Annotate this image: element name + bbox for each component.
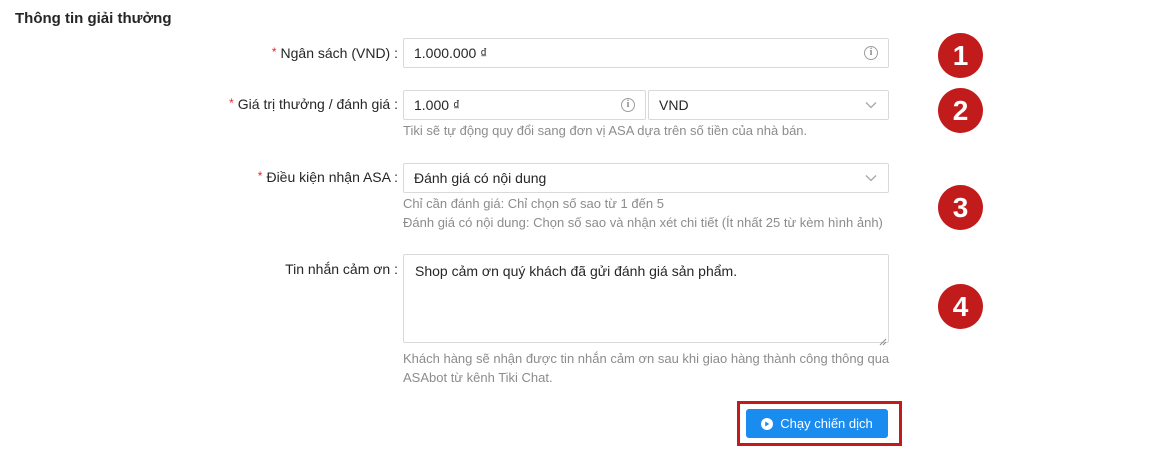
condition-value: Đánh giá có nội dung <box>414 170 547 186</box>
thank-message-textarea[interactable]: Shop cảm ơn quý khách đã gửi đánh giá sả… <box>403 254 889 346</box>
budget-label-text: Ngân sách (VND) : <box>280 45 398 61</box>
chevron-down-icon <box>864 171 878 185</box>
chevron-down-icon <box>864 98 878 112</box>
budget-input[interactable]: 1.000.000 ₫ i <box>403 38 889 68</box>
condition-help-1: Chỉ cần đánh giá: Chỉ chọn số sao từ 1 đ… <box>403 196 664 211</box>
condition-help-2: Đánh giá có nội dung: Chọn số sao và nhậ… <box>403 215 883 230</box>
currency-select[interactable]: VND <box>648 90 889 120</box>
info-icon[interactable]: i <box>621 98 635 112</box>
reward-value-help: Tiki sẽ tự động quy đổi sang đơn vị ASA … <box>403 123 808 138</box>
marker-4: 4 <box>938 284 983 329</box>
reward-value-input[interactable]: 1.000 ₫ i <box>403 90 646 120</box>
resize-handle-icon[interactable] <box>879 333 887 346</box>
condition-label: * Điều kiện nhận ASA : <box>258 169 398 185</box>
required-mark: * <box>229 96 234 110</box>
thank-message-value: Shop cảm ơn quý khách đã gửi đánh giá sả… <box>415 263 738 279</box>
marker-1: 1 <box>938 33 983 78</box>
thank-message-label: Tin nhắn cảm ơn : <box>285 261 398 277</box>
run-campaign-button[interactable]: Chạy chiến dịch <box>746 409 888 438</box>
thank-message-help-2: ASAbot từ kênh Tiki Chat. <box>403 370 553 385</box>
condition-label-text: Điều kiện nhận ASA : <box>266 169 398 185</box>
budget-label: * Ngân sách (VND) : <box>272 45 398 61</box>
play-circle-icon <box>761 417 774 430</box>
condition-select[interactable]: Đánh giá có nội dung <box>403 163 889 193</box>
reward-value-label: * Giá trị thưởng / đánh giá : <box>229 96 398 112</box>
budget-value: 1.000.000 ₫ <box>414 45 488 61</box>
reward-value: 1.000 ₫ <box>414 97 461 113</box>
required-mark: * <box>271 45 277 59</box>
reward-value-label-text: Giá trị thưởng / đánh giá : <box>237 96 398 112</box>
thank-message-help-1: Khách hàng sẽ nhận được tin nhắn cảm ơn … <box>403 351 890 366</box>
required-mark: * <box>257 169 263 183</box>
run-campaign-label: Chạy chiến dịch <box>780 416 873 431</box>
currency-value: VND <box>659 97 689 113</box>
info-icon[interactable]: i <box>864 46 878 60</box>
marker-3: 3 <box>938 185 983 230</box>
marker-2: 2 <box>938 88 983 133</box>
section-title: Thông tin giải thưởng <box>15 10 172 27</box>
